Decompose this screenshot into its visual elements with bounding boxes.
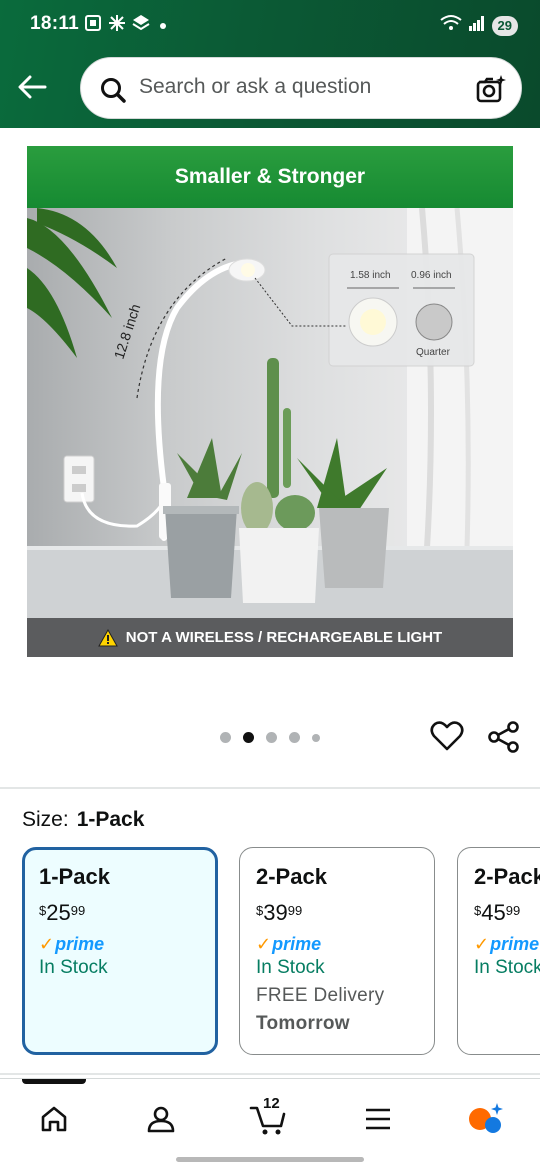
wifi-icon: [439, 14, 462, 37]
size-option-2-pack-alt[interactable]: 2-Pack $4599 ✓ prime In Stock: [457, 847, 540, 1055]
search-input[interactable]: [139, 75, 439, 99]
gesture-bar: [176, 1157, 364, 1162]
share-icon[interactable]: [487, 720, 521, 759]
back-arrow-icon: [18, 75, 47, 99]
option-title: 1-Pack: [39, 864, 110, 889]
carousel-dot-active[interactable]: [243, 732, 254, 743]
prime-badge: ✓ prime: [256, 934, 322, 954]
stock-status: In Stock: [474, 957, 540, 978]
size-selected-value: 1-Pack: [76, 808, 145, 831]
camera-search-icon[interactable]: [475, 74, 507, 109]
status-notification-icons: [84, 14, 166, 37]
carousel-dot[interactable]: [289, 732, 300, 743]
size-option-2-pack[interactable]: 2-Pack $3999 ✓ prime In Stock FREE Delive…: [239, 847, 435, 1055]
carousel-dot[interactable]: [312, 733, 320, 742]
image-banner: Smaller & Stronger: [27, 146, 513, 208]
home-icon: [41, 1106, 67, 1132]
carousel-dot[interactable]: [266, 732, 277, 743]
nav-account[interactable]: [141, 1099, 181, 1139]
size-selector-label: Size: 1-Pack: [22, 808, 144, 832]
prime-badge: ✓ prime: [39, 934, 105, 954]
option-price: $4599: [474, 900, 521, 925]
rufus-assistant-icon: [469, 1103, 503, 1133]
grow-light-illustration: 12.8 inch 1.58 inch 0.96 inch Quarter: [27, 207, 513, 618]
back-button[interactable]: [14, 70, 50, 104]
warning-text: NOT A WIRELESS / RECHARGEABLE LIGHT: [125, 629, 443, 646]
status-system-icons: 29: [439, 14, 518, 37]
status-time: 18:11: [30, 13, 80, 34]
prime-badge: ✓ prime: [474, 934, 540, 954]
prime-check-icon: ✓: [256, 934, 272, 954]
sparkle-icon: [108, 14, 126, 37]
search-bar[interactable]: [80, 57, 522, 119]
option-title: 2-Pack: [256, 864, 327, 889]
size-option-1-pack[interactable]: 1-Pack $2599 ✓ prime In Stock: [22, 847, 218, 1055]
nav-rufus[interactable]: [466, 1099, 506, 1139]
section-divider: [0, 1073, 540, 1075]
search-icon: [99, 76, 127, 109]
status-bar: 18:11 29: [0, 0, 540, 50]
wishlist-heart-icon[interactable]: [430, 720, 464, 757]
stock-status: In Stock: [256, 957, 325, 978]
stack-icon: [132, 14, 150, 37]
screenshot-icon: [84, 14, 102, 37]
prime-check-icon: ✓: [474, 934, 490, 954]
option-price: $3999: [256, 900, 303, 925]
option-price: $2599: [39, 900, 86, 925]
warning-bar: NOT A WIRELESS / RECHARGEABLE LIGHT: [27, 618, 513, 657]
nav-home[interactable]: [34, 1099, 74, 1139]
warning-icon: [97, 628, 118, 646]
carousel-dot[interactable]: [220, 732, 231, 743]
battery-indicator: 29: [491, 15, 518, 36]
size-label-text: Size:: [22, 808, 69, 831]
section-divider: [0, 787, 540, 789]
product-image-carousel[interactable]: Smaller & Stronger 12.8 inch 1.58 inch 0…: [27, 146, 513, 657]
dot-icon: [160, 22, 166, 29]
nav-active-indicator: [22, 1079, 86, 1084]
prime-check-icon: ✓: [39, 934, 55, 954]
nav-menu[interactable]: [358, 1099, 398, 1139]
person-icon: [147, 1106, 175, 1133]
carousel-pagination[interactable]: [220, 732, 320, 743]
product-photo: 12.8 inch 1.58 inch 0.96 inch Quarter: [27, 207, 513, 618]
option-title: 2-Pack: [474, 864, 540, 889]
delivery-text: FREE Delivery: [256, 985, 385, 1006]
inset-caption: Quarter: [416, 347, 451, 358]
cart-count-badge: 12: [263, 1095, 280, 1112]
height-label: 12.8 inch: [111, 302, 144, 361]
signal-icon: [468, 14, 486, 37]
menu-icon: [366, 1108, 390, 1130]
stock-status: In Stock: [39, 957, 108, 978]
app-header: 18:11 29: [0, 0, 540, 128]
inset-size-lamp: 1.58 inch: [350, 270, 391, 281]
image-banner-text: Smaller & Stronger: [174, 165, 366, 188]
inset-size-quarter: 0.96 inch: [411, 270, 452, 281]
delivery-day: Tomorrow: [256, 1013, 350, 1034]
